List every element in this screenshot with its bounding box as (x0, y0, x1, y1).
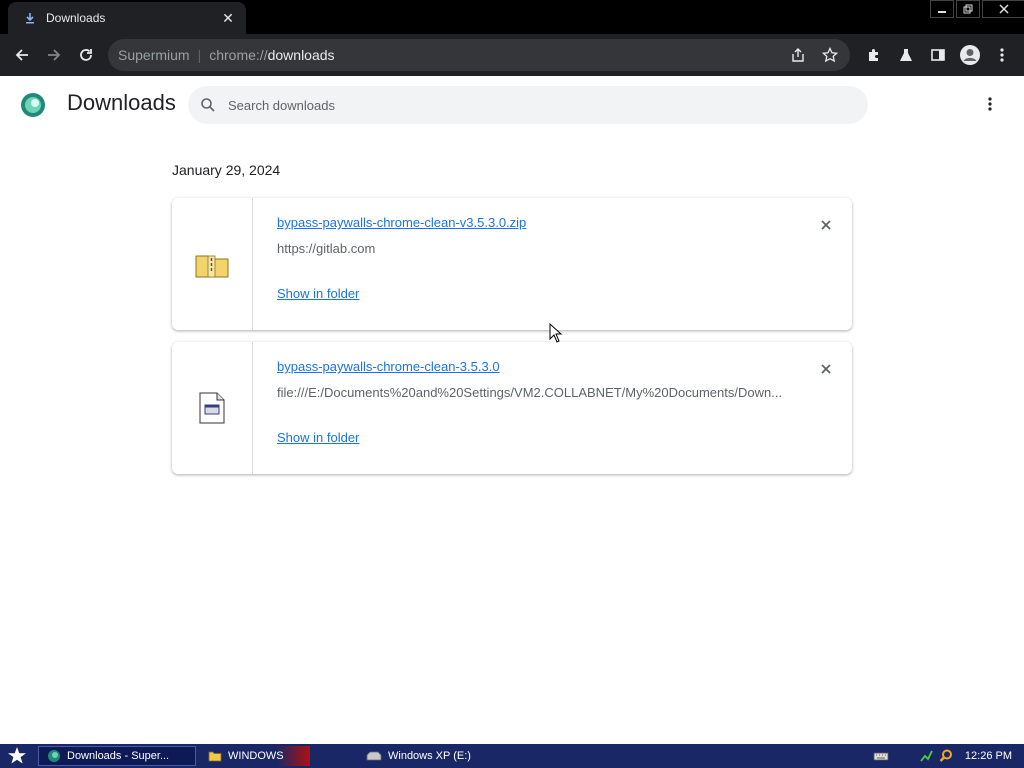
browser-menu-icon[interactable] (986, 39, 1018, 71)
more-actions-icon[interactable] (978, 92, 1002, 116)
taskbar-item-label: Downloads - Super... (67, 750, 170, 762)
show-in-folder-link[interactable]: Show in folder (277, 430, 359, 445)
supermium-logo-icon (20, 92, 46, 118)
tab-downloads[interactable]: Downloads ✕ (8, 2, 246, 34)
extensions-puzzle-icon[interactable] (858, 39, 890, 71)
download-source-url: https://gitlab.com (277, 241, 376, 256)
zip-folder-icon (195, 255, 229, 278)
file-icon-column (172, 198, 253, 330)
remove-download-button[interactable] (816, 215, 836, 235)
restore-button[interactable] (956, 0, 980, 18)
forward-button[interactable] (38, 39, 70, 71)
forward-arrow-icon (48, 49, 61, 61)
network-icon[interactable] (919, 749, 933, 763)
search-box[interactable] (188, 86, 868, 124)
side-panel-icon[interactable] (922, 39, 954, 71)
generic-file-icon (199, 392, 225, 424)
omnibox-host: Supermium (118, 47, 190, 63)
back-arrow-icon (15, 49, 28, 61)
taskbar: Downloads - Super... WINDOWS Windows XP … (0, 744, 1024, 768)
bookmark-star-icon[interactable] (814, 39, 846, 71)
taskbar-item-label: Windows XP (E:) (388, 750, 471, 762)
download-filename-link[interactable]: bypass-paywalls-chrome-clean-3.5.3.0 (277, 359, 500, 374)
reload-icon (80, 49, 92, 61)
taskbar-item-downloads[interactable]: Downloads - Super... (38, 746, 196, 766)
taskbar-item-windows[interactable]: WINDOWS (200, 746, 310, 766)
omnibox-path: downloads (267, 47, 335, 63)
drive-icon (366, 751, 382, 761)
reload-button[interactable] (70, 39, 102, 71)
download-item: bypass-paywalls-chrome-clean-v3.5.3.0.zi… (172, 198, 852, 330)
omnibox-scheme: chrome:// (209, 47, 268, 63)
tab-close-icon[interactable]: ✕ (220, 10, 236, 27)
tab-strip: Downloads ✕ (0, 0, 1024, 34)
back-button[interactable] (6, 39, 38, 71)
taskbar-item-drive[interactable]: Windows XP (E:) (358, 746, 488, 766)
start-button[interactable] (0, 744, 34, 768)
share-icon[interactable] (782, 39, 814, 71)
search-magnifier-icon[interactable] (939, 749, 953, 763)
close-icon (821, 364, 831, 374)
downloads-header: Downloads (0, 76, 1024, 132)
download-item: bypass-paywalls-chrome-clean-3.5.3.0 fil… (172, 342, 852, 474)
clock: 12:26 PM (964, 750, 1012, 762)
address-bar[interactable]: Supermium | chrome://downloads (108, 39, 850, 71)
search-icon (201, 98, 215, 112)
date-heading: January 29, 2024 (172, 162, 281, 178)
search-input[interactable] (228, 97, 828, 113)
tab-title: Downloads (46, 11, 106, 25)
remove-download-button[interactable] (816, 359, 836, 379)
browser-toolbar: Supermium | chrome://downloads (0, 34, 1024, 76)
minimize-button[interactable] (930, 0, 954, 18)
download-filename-link[interactable]: bypass-paywalls-chrome-clean-v3.5.3.0.zi… (277, 215, 526, 230)
window-controls (928, 0, 1024, 18)
download-source-url: file:///E:/Documents%20and%20Settings/VM… (277, 385, 783, 400)
page-title: Downloads (67, 90, 176, 115)
show-in-folder-link[interactable]: Show in folder (277, 286, 359, 301)
system-tray: 12:26 PM (873, 744, 1024, 768)
labs-flask-icon[interactable] (890, 39, 922, 71)
start-star-icon (8, 747, 26, 764)
mouse-cursor-icon (549, 322, 563, 348)
profile-avatar-icon[interactable] (954, 39, 986, 71)
omnibox-separator: | (197, 47, 202, 63)
folder-icon (208, 751, 222, 762)
supermium-icon (48, 750, 60, 762)
taskbar-item-label: WINDOWS (228, 750, 284, 762)
file-icon-column (172, 342, 253, 474)
keyboard-icon[interactable] (873, 751, 889, 761)
download-icon (22, 10, 38, 26)
close-window-button[interactable] (982, 0, 1024, 18)
close-icon (821, 220, 831, 230)
